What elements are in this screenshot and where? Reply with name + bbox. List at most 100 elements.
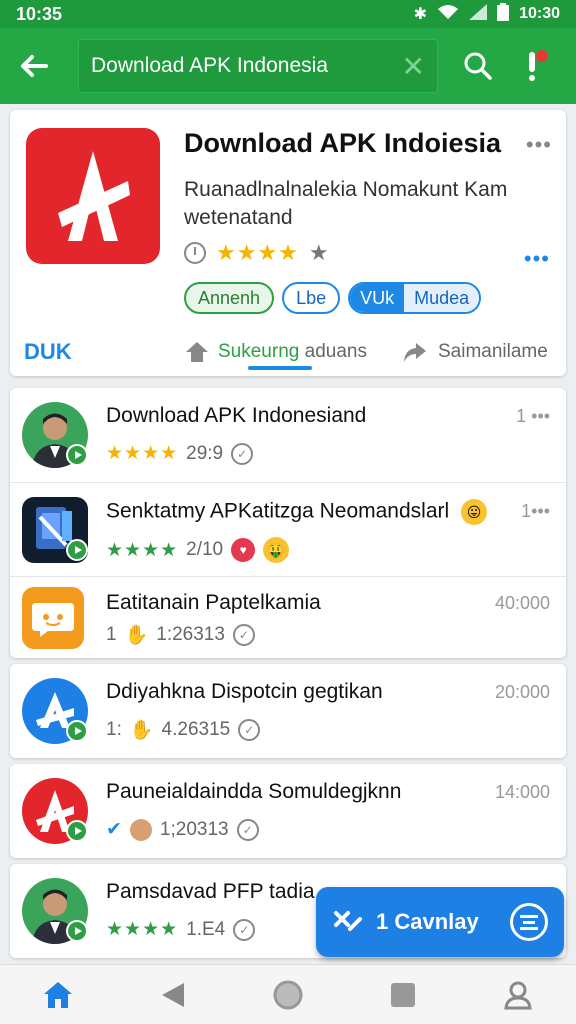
tab-share[interactable]: Saimanilame (402, 340, 548, 364)
search-input[interactable]: Download APK Indonesia ✕ (78, 39, 438, 93)
search-query: Download APK Indonesia (91, 54, 328, 77)
app-description: Ruanadlnalnalekia Nomakunt Kam wetenatan… (184, 178, 508, 229)
more-options-icon[interactable]: ••• (526, 132, 552, 158)
list-item[interactable]: Eatitanain Paptelkamia 1 ✋ 1:26313 ✓ 40:… (10, 576, 566, 658)
check-icon: ✓ (236, 818, 259, 841)
list-item-title: Ddiyahkna Dispotcin gegtikan (106, 680, 383, 703)
clear-icon[interactable]: ✕ (402, 50, 425, 83)
back-arrow-button[interactable] (12, 44, 56, 88)
list-item-value: 40:000 (494, 593, 550, 613)
profile-icon (504, 981, 533, 1009)
menu-circle-icon[interactable] (510, 903, 548, 941)
rating-stars: ★★★★ (106, 443, 179, 464)
search-button[interactable] (456, 44, 500, 88)
status-icons: ✱ 10:30 (413, 2, 560, 26)
play-badge-icon (66, 539, 88, 561)
meta-value: 1;20313 (159, 818, 229, 840)
list-item-meta: 1 ✋ 1:26313 ✓ (106, 623, 255, 647)
app-logo-icon (26, 128, 160, 264)
meta-prefix: 1: (106, 719, 122, 740)
rating-star-empty: ★ (308, 240, 329, 265)
tab-underline (248, 366, 312, 370)
app-list-group-1: Download APK Indonesiand ★★★★ 29:9 ✓ 1 •… (10, 388, 566, 658)
list-item-more[interactable]: 1••• (521, 501, 550, 522)
fab-label: 1 Cavnlay (376, 909, 479, 934)
home-up-icon (186, 342, 208, 362)
meta-value: 4.26315 (161, 719, 231, 740)
chip-green[interactable]: Annenh (184, 282, 275, 314)
hand-icon: ✋ (124, 625, 149, 646)
rating-stars: ★★★★ (106, 919, 179, 940)
circle-home-icon (273, 980, 303, 1009)
tab-share-label: Saimanilame (438, 341, 548, 362)
hand-icon: ✋ (129, 720, 154, 741)
list-item[interactable]: Ddiyahkna Dispotcin gegtikan 1: ✋ 4.2631… (10, 664, 566, 758)
emoji-icon: 😛 (461, 499, 488, 525)
recents-icon (391, 982, 416, 1007)
app-title: Download APK Indoiesia (184, 128, 502, 158)
signal-icon (469, 3, 488, 25)
tab-updates[interactable]: Sukeurng aduans (184, 340, 367, 364)
list-item-meta: 1: ✋ 4.26315 ✓ (106, 718, 261, 742)
list-item[interactable]: Pauneialdaindda Somuldegjknn ✔ 1;20313 ✓… (10, 764, 566, 858)
list-item-title: Senktatmy APKatitzga Neomandslarl 😛 (106, 499, 488, 525)
play-badge-icon (66, 920, 88, 942)
chip-row: Annenh Lbe VUk Mudea (184, 282, 482, 314)
nav-home[interactable] (30, 971, 86, 1019)
check-icon: ✓ (238, 719, 261, 741)
check-icon: ✓ (233, 918, 256, 941)
status-bar: 10:35 ✱ 10:30 (0, 0, 576, 28)
meta-value: 29:9 (186, 442, 224, 464)
list-item-title: Eatitanain Paptelkamia (106, 591, 321, 614)
nav-home-circle[interactable] (260, 971, 316, 1019)
tab-updates-label: Sukeurng (218, 341, 300, 362)
list-item-title: Pauneialdaindda Somuldegjknn (106, 780, 402, 803)
avatar (22, 587, 84, 649)
download-fab[interactable]: 1 Cavnlay (316, 887, 564, 957)
more-dots-icon[interactable]: ••• (524, 246, 550, 272)
status-time-right: 10:30 (519, 5, 560, 22)
back-arrow-icon (21, 55, 48, 77)
check-icon: ✓ (231, 442, 254, 465)
notification-button[interactable] (510, 44, 554, 88)
rating-stars: ★★★★ (106, 539, 179, 561)
bluetooth-icon: ✱ (413, 6, 428, 23)
chip-split-right[interactable]: Mudea (404, 284, 480, 312)
list-item-meta: ★★★★ 29:9 ✓ (106, 442, 254, 465)
app-bar: Download APK Indonesia ✕ (0, 28, 576, 104)
notification-dot (536, 50, 548, 62)
search-icon (464, 52, 492, 80)
check-icon: ✓ (232, 624, 255, 646)
list-item-value: 14:000 (494, 782, 550, 802)
share-arrow-icon (404, 343, 426, 362)
play-badge-icon (66, 820, 88, 842)
chip-blue[interactable]: Lbe (282, 282, 341, 314)
verified-icon: ✔ (106, 819, 122, 840)
nav-profile[interactable] (490, 971, 546, 1019)
play-badge-icon (66, 720, 88, 742)
status-time-left: 10:35 (16, 3, 63, 24)
back-icon (161, 982, 184, 1007)
play-badge-icon (66, 444, 88, 466)
list-item-title-text: Senktatmy APKatitzga Neomandslarl (106, 499, 450, 523)
bottom-nav (0, 964, 576, 1024)
list-item-value: 20:000 (494, 682, 550, 702)
meta-value: 1:26313 (156, 624, 225, 645)
list-item-meta: ★★★★ 1.E4 ✓ (106, 918, 256, 941)
app-rating: ★★★★ ★ (184, 240, 329, 266)
list-item[interactable]: Download APK Indonesiand ★★★★ 29:9 ✓ 1 •… (10, 388, 566, 482)
list-item-more[interactable]: 1 ••• (516, 406, 550, 427)
list-item-meta: ✔ 1;20313 ✓ (106, 818, 259, 841)
hero-tabs: DUK Sukeurng aduans Saimanilame (10, 328, 566, 376)
chip-split[interactable]: VUk Mudea (348, 282, 482, 314)
list-item[interactable]: Senktatmy APKatitzga Neomandslarl 😛 ★★★★… (10, 482, 566, 576)
chip-split-left[interactable]: VUk (350, 284, 405, 312)
list-item-meta: ★★★★ 2/10 ♥ 🤑 (106, 537, 290, 563)
battery-icon (497, 2, 510, 26)
clock-icon (184, 242, 206, 264)
nav-back[interactable] (145, 971, 201, 1019)
nav-recents[interactable] (375, 971, 431, 1019)
download-link-icon (334, 911, 362, 931)
user-avatar-small (129, 818, 152, 841)
list-item-title: Download APK Indonesiand (106, 404, 367, 427)
